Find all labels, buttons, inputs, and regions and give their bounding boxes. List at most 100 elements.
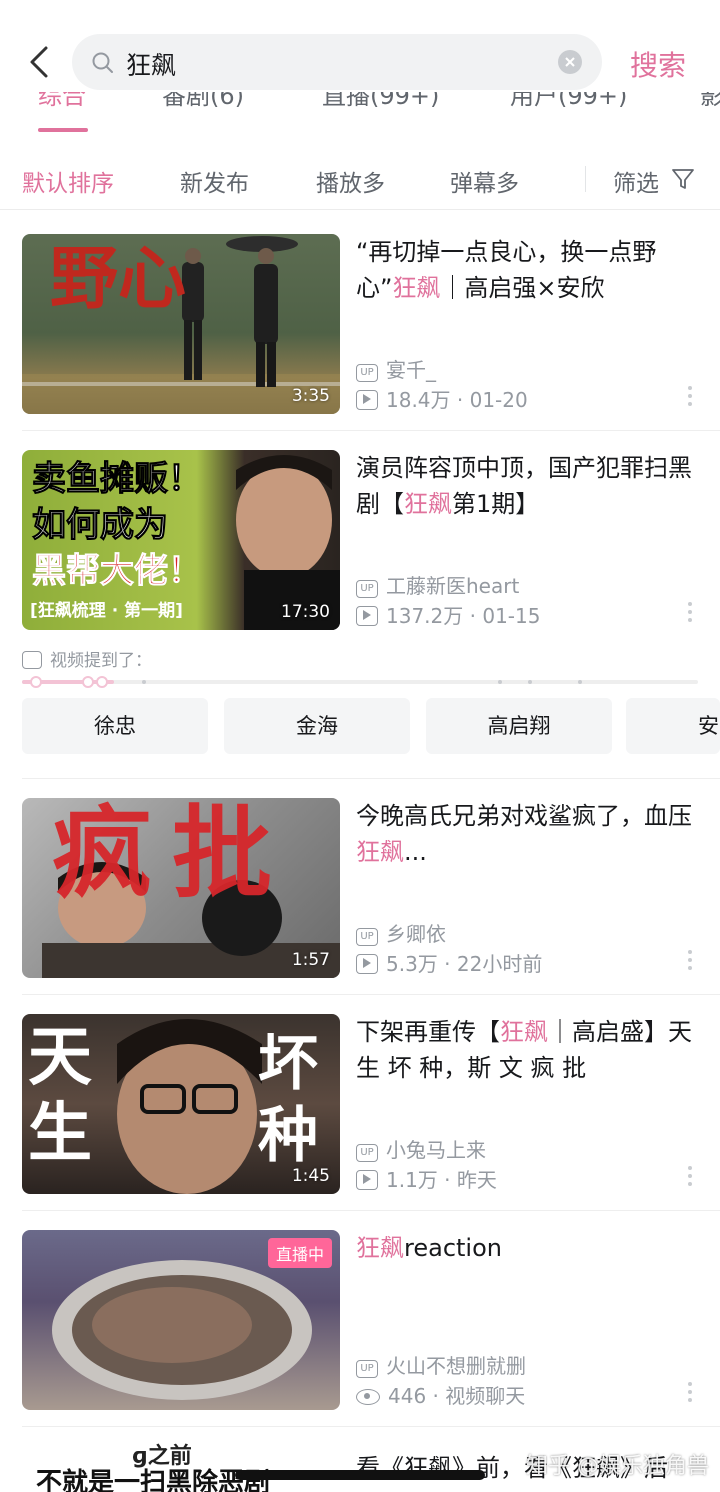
thumbnail-line: 卖鱼摊贩！: [32, 459, 203, 500]
video-thumbnail[interactable]: 天生 坏种 1:45: [22, 1014, 340, 1194]
video-title[interactable]: “再切掉一点良心，换一点野心”狂飙｜高启强×安欣: [356, 234, 701, 306]
sort-bar: 默认排序 新发布 播放多 弹幕多 筛选: [0, 150, 720, 210]
video-stats: 446 · 视频聊天: [356, 1380, 525, 1409]
uploader-name: 工藤新医heart: [386, 574, 520, 598]
more-options-icon[interactable]: [686, 950, 694, 974]
video-title[interactable]: 狂飙reaction: [356, 1230, 701, 1266]
uploader[interactable]: UP 小兔马上来: [356, 1134, 486, 1163]
view-count: 18.4万: [386, 388, 451, 412]
up-icon: UP: [356, 1144, 378, 1162]
view-count: 5.3万: [386, 952, 438, 976]
video-title[interactable]: 今晚高氏兄弟对戏鲨疯了，血压狂飙...: [356, 798, 701, 870]
up-icon: UP: [356, 364, 378, 382]
up-icon: UP: [356, 1360, 378, 1378]
mention-chip[interactable]: 金海: [224, 698, 410, 754]
video-card[interactable]: 直播中 狂飙reaction UP 火山不想删就删 446 · 视频聊天: [0, 1230, 720, 1446]
video-thumbnail[interactable]: ɡ之前 不就是一扫黑除恶剧: [22, 1440, 340, 1492]
search-button[interactable]: 搜索: [630, 44, 686, 84]
title-text: reaction: [404, 1234, 502, 1262]
play-count-icon: [356, 390, 378, 410]
clear-icon[interactable]: [558, 50, 582, 74]
play-count-icon: [356, 1170, 378, 1190]
video-duration: 1:57: [291, 950, 330, 970]
thumbnail-text: 天生: [28, 1021, 92, 1171]
video-title[interactable]: 演员阵容顶中顶，国产犯罪扫黑剧【狂飙第1期】: [356, 450, 701, 522]
thumbnail-text: 野心: [50, 239, 187, 319]
uploader[interactable]: UP 工藤新医heart: [356, 570, 519, 599]
tab-all[interactable]: 综合: [38, 92, 86, 111]
timeline-marker[interactable]: [96, 676, 108, 688]
comment-icon: [22, 651, 42, 669]
search-input[interactable]: 狂飙: [72, 34, 602, 90]
divider: [22, 994, 720, 995]
uploader[interactable]: UP 乡卿依: [356, 918, 446, 947]
up-icon: UP: [356, 580, 378, 598]
video-card[interactable]: 卖鱼摊贩！ 如何成为 黑帮大佬！ [狂飙梳理 · 第一期] 17:30 演员阵容…: [0, 450, 720, 666]
title-text: 第1期】: [452, 490, 540, 518]
uploader[interactable]: UP 火山不想删就删: [356, 1350, 526, 1379]
search-bar: 狂飙 搜索: [0, 0, 720, 92]
home-indicator: [235, 1470, 485, 1480]
timeline-tick: [498, 680, 502, 684]
category-tabs: 综合 番剧(6) 直播(99+) 用户(99+) 影: [0, 92, 720, 136]
title-highlight: 狂飙: [500, 1018, 548, 1046]
title-highlight: 狂飙: [404, 490, 452, 518]
divider: [22, 430, 720, 431]
video-card[interactable]: 天生 坏种 1:45 下架再重传【狂飙｜高启盛】天 生 坏 种，斯 文 疯 批 …: [0, 1014, 720, 1230]
timeline-marker[interactable]: [82, 676, 94, 688]
video-card[interactable]: 疯批 1:57 今晚高氏兄弟对戏鲨疯了，血压狂飙... UP 乡卿依 5.3万 ·…: [0, 798, 720, 1014]
tab-indicator: [38, 128, 88, 132]
title-highlight: 狂飙: [392, 274, 441, 302]
sort-most-played[interactable]: 播放多: [316, 164, 385, 198]
timeline-tick: [142, 680, 146, 684]
sort-default[interactable]: 默认排序: [22, 164, 114, 198]
more-options-icon[interactable]: [686, 1166, 694, 1190]
publish-date: 22小时前: [456, 952, 543, 976]
video-thumbnail[interactable]: 直播中: [22, 1230, 340, 1410]
timeline-marker[interactable]: [30, 676, 42, 688]
tab-movies[interactable]: 影: [700, 92, 720, 111]
title-text: ...: [404, 838, 427, 866]
more-options-icon[interactable]: [686, 386, 694, 410]
sort-most-danmaku[interactable]: 弹幕多: [450, 164, 519, 198]
tab-anime[interactable]: 番剧(6): [162, 92, 244, 111]
filter-button[interactable]: 筛选: [613, 164, 659, 198]
video-duration: 3:35: [291, 386, 330, 406]
uploader[interactable]: UP 宴千_: [356, 354, 436, 383]
video-thumbnail[interactable]: 野心 3:35: [22, 234, 340, 414]
video-title[interactable]: 下架再重传【狂飙｜高启盛】天 生 坏 种，斯 文 疯 批: [356, 1014, 701, 1086]
divider: [22, 1426, 720, 1427]
view-count: 137.2万: [386, 604, 464, 628]
video-thumbnail[interactable]: 疯批 1:57: [22, 798, 340, 978]
thumbnail-caption: [狂飙梳理 · 第一期]: [30, 601, 183, 621]
sort-newest[interactable]: 新发布: [180, 164, 249, 198]
more-options-icon[interactable]: [686, 602, 694, 626]
mention-chip[interactable]: 高启翔: [426, 698, 612, 754]
tab-live[interactable]: 直播(99+): [322, 92, 439, 111]
video-stats: 1.1万 · 昨天: [356, 1164, 497, 1193]
publish-date: 01-20: [469, 388, 528, 412]
divider: [22, 778, 720, 779]
viewer-count: 446: [388, 1384, 427, 1408]
publish-date: 昨天: [456, 1168, 497, 1192]
view-count: 1.1万: [386, 1168, 438, 1192]
more-options-icon[interactable]: [686, 1382, 694, 1406]
title-highlight: 狂飙: [356, 838, 404, 866]
title-text: 下架再重传【: [356, 1018, 500, 1046]
viewers-icon: [356, 1389, 380, 1405]
divider: [22, 1210, 720, 1211]
back-arrow-icon[interactable]: [22, 42, 58, 82]
video-card[interactable]: 野心 3:35 “再切掉一点良心，换一点野心”狂飙｜高启强×安欣 UP 宴千_ 1…: [0, 234, 720, 450]
title-text: ｜高启强×安欣: [440, 274, 605, 302]
mentions-timeline[interactable]: [22, 676, 698, 688]
mention-chip[interactable]: 安: [626, 698, 720, 754]
title-text: 今晚高氏兄弟对戏鲨疯了，血压: [356, 802, 692, 830]
filter-icon[interactable]: [670, 166, 696, 192]
tab-users[interactable]: 用户(99+): [510, 92, 627, 111]
play-count-icon: [356, 954, 378, 974]
uploader-name: 火山不想删就删: [386, 1354, 526, 1378]
up-icon: UP: [356, 928, 378, 946]
video-duration: 1:45: [291, 1166, 330, 1186]
mention-chip[interactable]: 徐忠: [22, 698, 208, 754]
video-thumbnail[interactable]: 卖鱼摊贩！ 如何成为 黑帮大佬！ [狂飙梳理 · 第一期] 17:30: [22, 450, 340, 630]
